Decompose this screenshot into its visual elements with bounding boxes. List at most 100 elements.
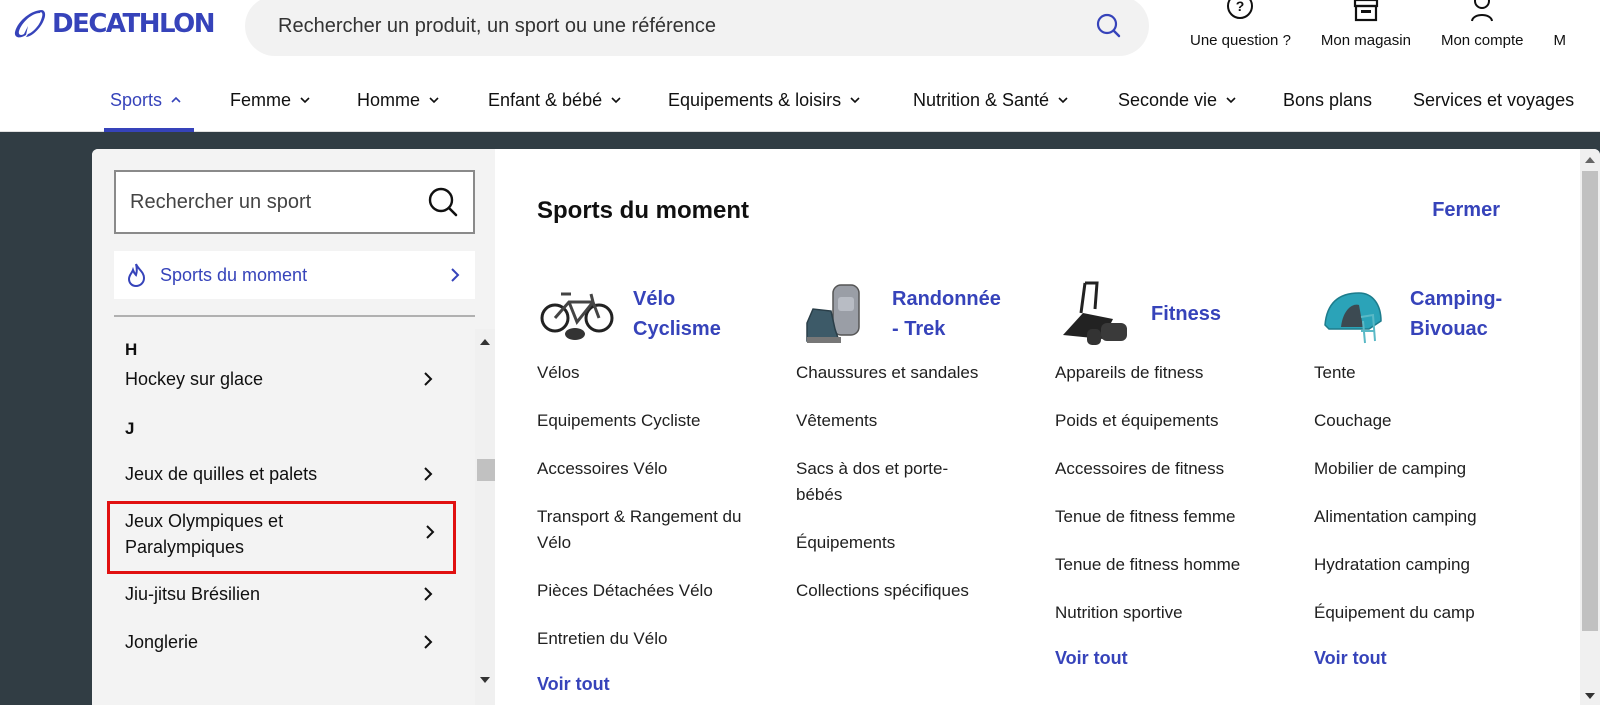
fitness-gear-image[interactable] — [1055, 278, 1135, 350]
account-label: Mon compte — [1440, 32, 1524, 49]
subcategory-link[interactable]: Alimentation camping — [1314, 504, 1554, 530]
fitness-gear-icon — [1063, 281, 1127, 345]
subcategory-link[interactable]: Vêtements — [796, 408, 1036, 434]
tent-icon — [1324, 292, 1382, 344]
see-all-link[interactable]: Voir tout — [1314, 648, 1554, 669]
subcategory-link[interactable]: Tenue de fitness femme — [1055, 504, 1295, 530]
nav-seconde-vie[interactable]: Seconde vie — [1118, 90, 1237, 132]
subcategory-link[interactable]: Accessoires de fitness — [1055, 456, 1295, 482]
bike-image[interactable] — [537, 278, 617, 350]
nav-bons-plans[interactable]: Bons plans — [1283, 90, 1372, 132]
store-button[interactable]: Mon magasin — [1321, 0, 1411, 60]
chevron-down-icon — [850, 97, 860, 104]
category-title-camping[interactable]: Camping-Bivouac — [1410, 284, 1520, 344]
svg-text:?: ? — [1236, 0, 1245, 14]
letter-heading-j: J — [125, 419, 135, 438]
subcategory-link[interactable]: Entretien du Vélo — [537, 626, 777, 652]
nav-sports[interactable]: Sports — [103, 90, 195, 132]
subcategory-link[interactable]: Accessoires Vélo — [537, 456, 777, 482]
header-actions: ? Une question ? Mon magasin Mon compte … — [1190, 0, 1566, 60]
nav-equipements[interactable]: Equipements & loisirs — [668, 90, 861, 132]
see-all-link[interactable]: Voir tout — [537, 674, 777, 695]
sidebar-scrollbar[interactable] — [475, 329, 495, 705]
nav-equipements-label: Equipements & loisirs — [668, 90, 842, 110]
subcategory-link[interactable]: Nutrition sportive — [1055, 600, 1295, 626]
category-title-velo[interactable]: Vélo Cyclisme — [633, 284, 743, 344]
sport-item-jiu-jitsu[interactable]: Jiu-jitsu Brésilien — [125, 581, 445, 607]
nav-femme-label: Femme — [230, 90, 292, 110]
nav-homme-label: Homme — [357, 90, 421, 110]
see-all-link[interactable]: Voir tout — [1055, 648, 1295, 669]
subcategory-link[interactable]: Sacs à dos et porte-bébés — [796, 456, 976, 508]
subcategory-link[interactable]: Transport & Rangement du Vélo — [537, 504, 747, 556]
chevron-right-icon — [424, 587, 433, 601]
scroll-down-arrow-icon[interactable] — [480, 677, 490, 683]
scroll-up-arrow-icon[interactable] — [1585, 157, 1595, 163]
sports-mega-menu: Sports du moment H Hockey sur glace J Je… — [92, 149, 1600, 705]
cart-button[interactable]: M — [1554, 0, 1567, 60]
sport-list: H Hockey sur glace J Jeux de quilles et … — [92, 329, 475, 705]
nav-nutrition-label: Nutrition & Santé — [913, 90, 1050, 110]
chevron-right-icon — [451, 268, 460, 282]
cart-label: M — [1553, 32, 1567, 49]
subcategory-link[interactable]: Équipement du camp — [1314, 600, 1554, 626]
subcategory-link[interactable]: Appareils de fitness — [1055, 360, 1295, 386]
subcategory-link[interactable]: Couchage — [1314, 408, 1554, 434]
category-title-fitness[interactable]: Fitness — [1151, 299, 1221, 329]
chevron-right-icon — [424, 635, 433, 649]
nav-femme[interactable]: Femme — [230, 90, 311, 132]
nav-homme[interactable]: Homme — [357, 90, 440, 132]
sports-content: Sports du moment Fermer Vélo Cyclisme Vé… — [495, 149, 1580, 705]
hiking-gear-image[interactable] — [796, 278, 876, 350]
scroll-down-arrow-icon[interactable] — [1585, 693, 1595, 699]
scroll-up-arrow-icon[interactable] — [480, 339, 490, 345]
decathlon-logo-icon — [14, 10, 46, 38]
subcategory-link[interactable]: Tenue de fitness homme — [1055, 552, 1295, 578]
account-button[interactable]: Mon compte — [1441, 0, 1524, 60]
chevron-down-icon — [300, 97, 310, 104]
subcategory-link[interactable]: Tente — [1314, 360, 1554, 386]
sport-item-jeux-quilles[interactable]: Jeux de quilles et palets — [125, 461, 445, 487]
scrollbar-thumb[interactable] — [1582, 171, 1598, 631]
sports-du-moment-link[interactable]: Sports du moment — [114, 251, 475, 299]
sport-item-jonglerie[interactable]: Jonglerie — [125, 629, 445, 655]
sports-du-moment-label: Sports du moment — [160, 264, 308, 285]
sport-search-input[interactable] — [130, 190, 410, 214]
nav-nutrition[interactable]: Nutrition & Santé — [913, 90, 1069, 132]
sport-item-label: Hockey sur glace — [125, 369, 264, 389]
chevron-right-icon — [424, 372, 433, 386]
nav-services[interactable]: Services et voyages — [1413, 90, 1574, 132]
nav-seconde-vie-label: Seconde vie — [1118, 90, 1218, 110]
content-scrollbar[interactable] — [1580, 149, 1600, 705]
search-icon[interactable] — [427, 186, 459, 218]
subcategory-link[interactable]: Chaussures et sandales — [796, 360, 1036, 386]
close-button[interactable]: Fermer — [1432, 199, 1500, 222]
subcategory-link[interactable]: Mobilier de camping — [1314, 456, 1554, 482]
subcategory-link[interactable]: Poids et équipements — [1055, 408, 1295, 434]
subcategory-link[interactable]: Hydratation camping — [1314, 552, 1554, 578]
store-label: Mon magasin — [1320, 32, 1411, 49]
nav-enfant[interactable]: Enfant & bébé — [488, 90, 622, 132]
chevron-up-icon — [171, 96, 181, 103]
scrollbar-thumb[interactable] — [477, 459, 495, 481]
decathlon-logo[interactable]: DECATHLON — [12, 8, 216, 40]
nav-bons-plans-label: Bons plans — [1283, 90, 1373, 110]
sport-item-hockey[interactable]: Hockey sur glace — [125, 366, 445, 392]
bike-icon — [540, 292, 614, 340]
search-icon[interactable] — [1094, 11, 1124, 41]
help-button[interactable]: ? Une question ? — [1190, 0, 1291, 60]
subcategory-link[interactable]: Pièces Détachées Vélo — [537, 578, 777, 604]
category-column-fitness: Fitness Appareils de fitness Poids et éq… — [1055, 274, 1295, 668]
subcategory-link[interactable]: Equipements Cycliste — [537, 408, 777, 434]
search-input[interactable] — [278, 14, 1058, 38]
subcategory-link[interactable]: Vélos — [537, 360, 777, 386]
subcategory-link[interactable]: Équipements — [796, 530, 1036, 556]
tent-image[interactable] — [1314, 278, 1394, 350]
sports-sidebar: Sports du moment H Hockey sur glace J Je… — [92, 149, 495, 705]
sport-item-jeux-olympiques[interactable]: Jeux Olympiques et Paralympiques — [125, 508, 365, 560]
flame-icon — [127, 263, 146, 288]
subcategory-link[interactable]: Collections spécifiques — [796, 578, 1036, 604]
chevron-down-icon — [1226, 97, 1236, 104]
store-icon — [1353, 0, 1379, 22]
category-title-randonnee[interactable]: Randonnée - Trek — [892, 284, 1012, 344]
